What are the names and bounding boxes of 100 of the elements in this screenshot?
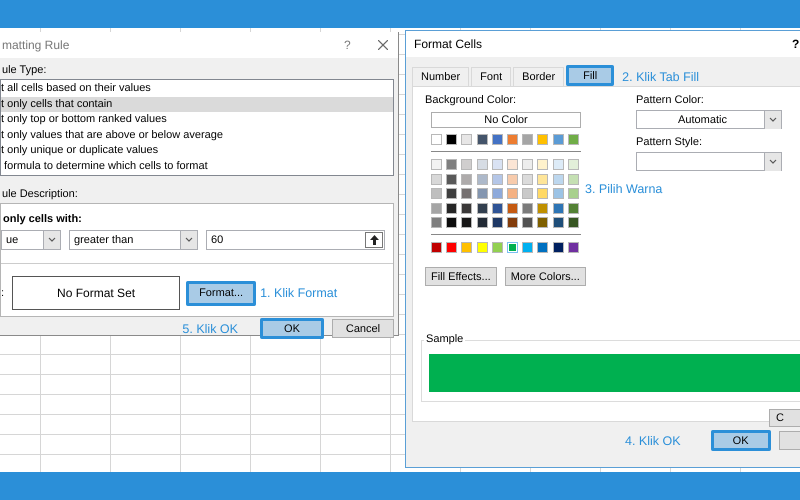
color-swatch[interactable] (461, 159, 472, 170)
dropdown[interactable]: greater than (69, 230, 198, 250)
color-swatch[interactable] (537, 159, 548, 170)
color-swatch[interactable] (552, 188, 564, 199)
color-swatch[interactable] (522, 242, 534, 253)
color-swatch[interactable] (431, 134, 442, 145)
section-label: Pattern Style: (636, 136, 704, 150)
color-swatch[interactable] (522, 159, 534, 170)
color-swatch[interactable] (476, 134, 488, 145)
more-colors-button[interactable]: More Colors... (504, 267, 586, 286)
color-swatch[interactable] (446, 217, 458, 228)
color-swatch[interactable] (446, 242, 458, 253)
color-swatch[interactable] (461, 134, 472, 145)
color-swatch[interactable] (431, 242, 442, 253)
section-label: Sample (424, 333, 466, 345)
tab[interactable]: Font (471, 67, 512, 86)
color-swatch[interactable] (461, 188, 472, 199)
color-swatch[interactable] (568, 242, 579, 253)
rule-type-option[interactable]: t all cells based on their values (1, 81, 393, 96)
rule-type-option[interactable]: t only top or bottom ranked values (1, 112, 393, 128)
color-swatch[interactable] (522, 202, 534, 214)
rule-type-option[interactable]: t only values that are above or below average (1, 128, 393, 143)
fill-effects-button[interactable]: Fill Effects... (425, 267, 497, 286)
color-swatch[interactable] (476, 159, 488, 170)
format-button[interactable]: Format... (186, 280, 256, 306)
help-button[interactable]: ? (792, 37, 800, 51)
color-swatch[interactable] (492, 159, 503, 170)
color-swatch[interactable] (446, 188, 458, 199)
color-swatch[interactable] (506, 242, 518, 253)
color-swatch[interactable] (506, 159, 518, 170)
color-swatch[interactable] (431, 217, 442, 228)
color-swatch[interactable] (446, 134, 458, 145)
color-swatch[interactable] (537, 134, 548, 145)
color-swatch[interactable] (568, 217, 579, 228)
color-swatch[interactable] (461, 217, 472, 228)
color-swatch[interactable] (492, 242, 503, 253)
color-swatch[interactable] (476, 188, 488, 199)
color-swatch[interactable] (522, 174, 534, 184)
color-swatch[interactable] (506, 134, 518, 145)
caret-icon (768, 156, 778, 166)
dropdown[interactable]: ue (1, 230, 61, 250)
no-color-button[interactable]: No Color (431, 112, 581, 128)
help-button[interactable]: ? (344, 38, 378, 52)
color-swatch[interactable] (552, 242, 564, 253)
color-swatch[interactable] (537, 217, 548, 228)
color-swatch[interactable] (537, 188, 548, 199)
color-swatch[interactable] (431, 202, 442, 214)
color-swatch[interactable] (552, 202, 564, 214)
tab[interactable]: Border (513, 67, 564, 86)
color-swatch[interactable] (476, 217, 488, 228)
color-swatch[interactable] (568, 202, 579, 214)
color-swatch[interactable] (492, 217, 503, 228)
cancel-button[interactable]: Cancel (332, 319, 394, 338)
color-swatch[interactable] (461, 202, 472, 214)
color-swatch[interactable] (446, 202, 458, 214)
ok-button[interactable]: OK (710, 430, 771, 451)
color-swatch[interactable] (522, 134, 534, 145)
color-swatch[interactable] (476, 174, 488, 184)
color-swatch[interactable] (476, 202, 488, 214)
ok-button[interactable]: OK (260, 318, 324, 339)
color-swatch[interactable] (492, 202, 503, 214)
color-swatch[interactable] (522, 188, 534, 199)
input-field[interactable]: 60 (206, 230, 385, 250)
color-swatch[interactable] (552, 134, 564, 145)
color-swatch[interactable] (446, 174, 458, 184)
dropdown[interactable]: Automatic (636, 110, 782, 129)
color-swatch[interactable] (568, 174, 579, 184)
close-icon[interactable] (378, 40, 388, 50)
tab[interactable]: Fill (566, 65, 614, 86)
color-swatch[interactable] (446, 159, 458, 170)
color-swatch[interactable] (537, 242, 548, 253)
color-swatch[interactable] (461, 174, 472, 184)
clear-button[interactable]: C (769, 409, 800, 427)
color-swatch[interactable] (552, 217, 564, 228)
color-swatch[interactable] (568, 134, 579, 145)
color-swatch[interactable] (506, 188, 518, 199)
color-swatch[interactable] (431, 159, 442, 170)
partial-button[interactable] (778, 431, 800, 450)
rule-type-option[interactable]: formula to determine which cells to format (1, 158, 393, 174)
color-swatch[interactable] (552, 159, 564, 170)
color-swatch[interactable] (568, 159, 579, 170)
rule-type-option[interactable]: t only unique or duplicate values (1, 143, 393, 158)
color-swatch[interactable] (552, 174, 564, 184)
color-swatch[interactable] (492, 134, 503, 145)
rule-type-option[interactable]: t only cells that contain (1, 96, 393, 112)
color-swatch[interactable] (492, 174, 503, 184)
color-swatch[interactable] (431, 174, 442, 184)
color-swatch[interactable] (537, 202, 548, 214)
color-swatch[interactable] (476, 242, 488, 253)
color-swatch[interactable] (506, 217, 518, 228)
color-swatch[interactable] (506, 174, 518, 184)
tab[interactable]: Number (412, 67, 470, 86)
color-swatch[interactable] (568, 188, 579, 199)
color-swatch[interactable] (522, 217, 534, 228)
color-swatch[interactable] (506, 202, 518, 214)
color-swatch[interactable] (461, 242, 472, 253)
dropdown[interactable] (636, 152, 782, 171)
color-swatch[interactable] (492, 188, 503, 199)
color-swatch[interactable] (537, 174, 548, 184)
color-swatch[interactable] (431, 188, 442, 199)
